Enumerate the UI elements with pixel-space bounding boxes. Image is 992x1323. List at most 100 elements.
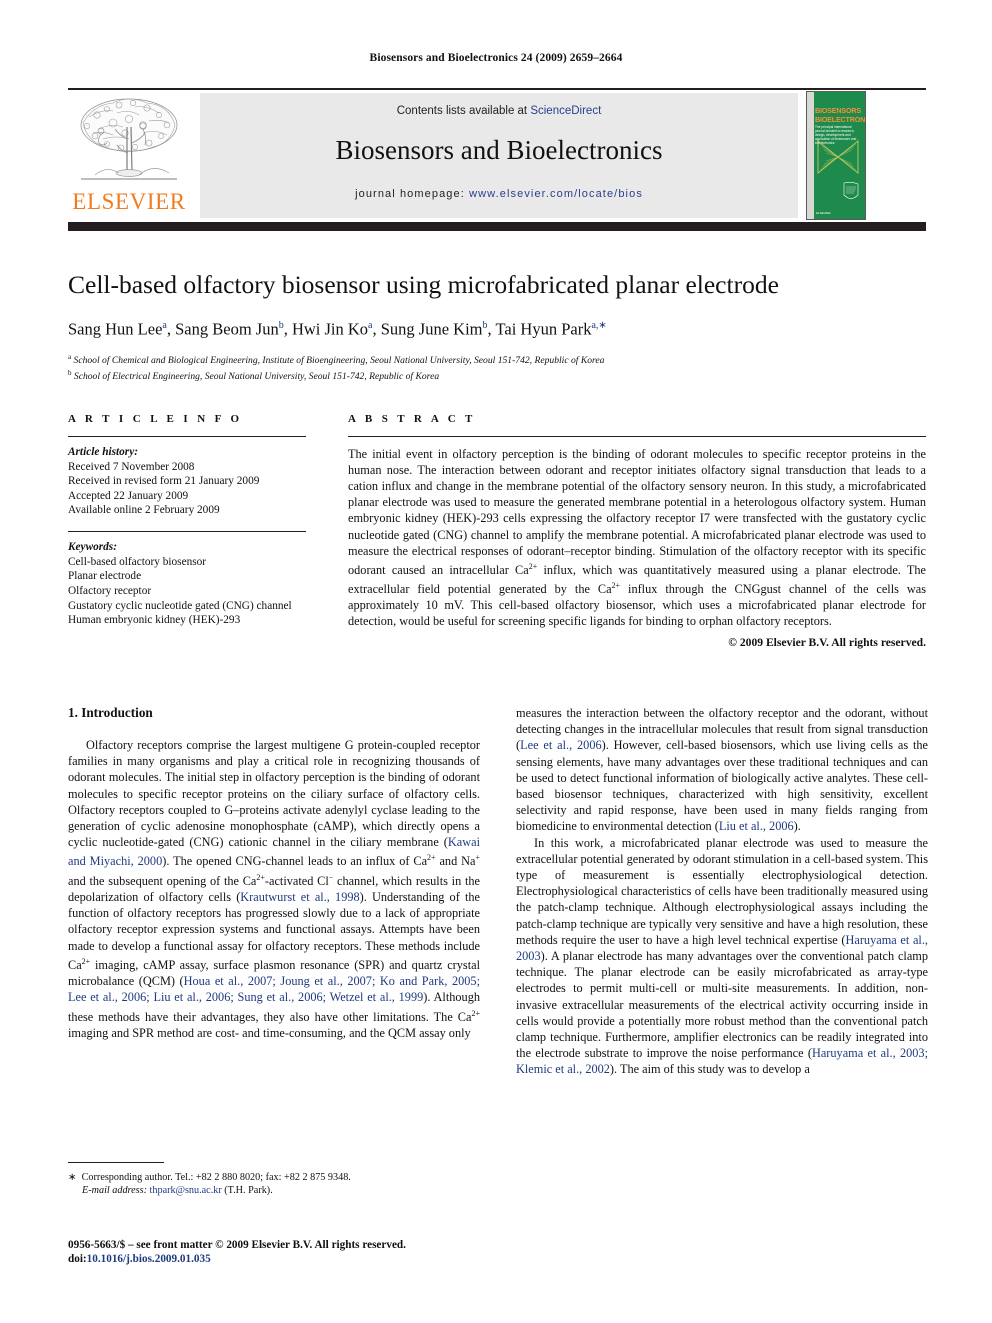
intro-paragraph-left: Olfactory receptors comprise the largest… bbox=[68, 737, 480, 1041]
text-run: imaging and SPR method are cost- and tim… bbox=[68, 1025, 471, 1040]
article-info-heading: A R T I C L E I N F O bbox=[68, 413, 243, 425]
sciencedirect-link[interactable]: ScienceDirect bbox=[530, 105, 601, 117]
page-title: Cell-based olfactory biosensor using mic… bbox=[68, 270, 779, 299]
email-label: E-mail address: bbox=[82, 1185, 147, 1197]
intro-right-column: measures the interaction between the olf… bbox=[516, 705, 928, 1078]
keyword-item: Gustatory cyclic nucleotide gated (CNG) … bbox=[68, 599, 292, 612]
history-item: Available online 2 February 2009 bbox=[68, 504, 220, 517]
history-item: Received in revised form 21 January 2009 bbox=[68, 475, 260, 488]
text-run: ). The aim of this study was to develop … bbox=[609, 1062, 810, 1077]
charge-sup: + bbox=[475, 853, 480, 863]
charge-sup: 2+ bbox=[471, 1008, 480, 1018]
author-name: Sung June Kim bbox=[380, 319, 483, 339]
article-history-block: Article history: Received 7 November 200… bbox=[68, 445, 306, 518]
title-block: Cell-based olfactory biosensor using mic… bbox=[68, 270, 926, 384]
article-info-rule bbox=[68, 436, 306, 438]
footnote-rule bbox=[68, 1162, 164, 1163]
intro-paragraph-right-2: In this work, a microfabricated planar e… bbox=[516, 835, 928, 1078]
abstract-copyright: © 2009 Elsevier B.V. All rights reserved… bbox=[728, 636, 926, 650]
elsevier-logo: ELSEVIER bbox=[68, 93, 193, 218]
journal-masthead: ELSEVIER Contents lists available at Sci… bbox=[68, 88, 926, 220]
doi-link[interactable]: 10.1016/j.bios.2009.01.035 bbox=[87, 1253, 211, 1265]
paper-page: Biosensors and Bioelectronics 24 (2009) … bbox=[0, 0, 992, 1323]
keyword-item: Olfactory receptor bbox=[68, 584, 152, 597]
text-run: ). bbox=[793, 819, 801, 834]
masthead-thick-rule bbox=[68, 222, 926, 231]
affiliation-list: a School of Chemical and Biological Engi… bbox=[68, 351, 926, 385]
author-list: Sang Hun Leea, Sang Beom Junb, Hwi Jin K… bbox=[68, 319, 607, 339]
article-history-label: Article history: bbox=[68, 446, 138, 459]
history-item: Received 7 November 2008 bbox=[68, 460, 195, 473]
contents-list-line: Contents lists available at ScienceDirec… bbox=[200, 105, 798, 117]
affiliation-item: a School of Chemical and Biological Engi… bbox=[68, 351, 926, 368]
footnote-section: ∗ Corresponding author. Tel.: +82 2 880 … bbox=[68, 1162, 480, 1198]
author-name: Sang Hun Lee bbox=[68, 319, 163, 339]
text-run: Olfactory receptors comprise the largest… bbox=[68, 738, 480, 850]
doi-label: doi: bbox=[68, 1253, 87, 1266]
imprint-block: 0956-5663/$ – see front matter © 2009 El… bbox=[68, 1238, 498, 1267]
contents-prefix: Contents lists available at bbox=[396, 105, 531, 117]
intro-left-column: 1. Introduction Olfactory receptors comp… bbox=[68, 705, 480, 1041]
footnote-star: ∗ bbox=[68, 1172, 77, 1183]
text-run: ). The opened CNG-channel leads to an in… bbox=[162, 854, 428, 869]
journal-title: Biosensors and Bioelectronics bbox=[335, 135, 663, 165]
text-run: -activated Cl bbox=[264, 873, 329, 888]
text-run: In this work, a microfabricated planar e… bbox=[516, 835, 928, 947]
author-affil-marker: a bbox=[162, 320, 167, 331]
author-name: Hwi Jin Ko bbox=[291, 319, 369, 339]
author-name: Tai Hyun Park bbox=[495, 319, 592, 339]
text-run: ). A planar electrode has many advantage… bbox=[516, 949, 928, 1061]
homepage-label: journal homepage: bbox=[355, 188, 465, 200]
email-owner: (T.H. Park). bbox=[224, 1185, 273, 1197]
abstract-sup-1: 2+ bbox=[528, 561, 538, 571]
abstract-heading: A B S T R A C T bbox=[348, 413, 476, 425]
masthead-panel: Contents lists available at ScienceDirec… bbox=[200, 93, 798, 218]
abstract-sup-2: 2+ bbox=[611, 580, 621, 590]
journal-cover-thumbnail[interactable]: BIOSENSORS BIOELECTRONICS The principal … bbox=[806, 91, 866, 220]
keywords-rule bbox=[68, 531, 306, 533]
author-affil-marker: b bbox=[482, 320, 488, 331]
abstract-part-1: The initial event in olfactory perceptio… bbox=[348, 447, 926, 577]
homepage-url-link[interactable]: www.elsevier.com/locate/bios bbox=[469, 188, 643, 200]
affiliation-text: School of Chemical and Biological Engine… bbox=[73, 354, 605, 366]
corresponding-author-text: Corresponding author. Tel.: +82 2 880 80… bbox=[81, 1172, 351, 1183]
charge-sup: 2+ bbox=[256, 872, 265, 882]
affiliation-marker: b bbox=[68, 369, 72, 378]
intro-paragraph-right-1: measures the interaction between the olf… bbox=[516, 705, 928, 835]
citation-link[interactable]: Lee et al., 2006 bbox=[520, 738, 602, 752]
citation-link[interactable]: Liu et al., 2006 bbox=[719, 819, 794, 833]
abstract-rule bbox=[348, 436, 926, 438]
cover-publisher-label: ELSEVIER bbox=[816, 211, 831, 215]
citation-link[interactable]: Krautwurst et al., 1998 bbox=[240, 890, 359, 904]
keyword-item: Planar electrode bbox=[68, 570, 142, 583]
cover-bowtie-graphic bbox=[817, 140, 859, 174]
text-run: and Na bbox=[435, 854, 476, 869]
charge-sup: 2+ bbox=[81, 956, 91, 966]
masthead-top-rule bbox=[68, 88, 926, 90]
keyword-item: Cell-based olfactory biosensor bbox=[68, 555, 207, 568]
abstract-text: The initial event in olfactory perceptio… bbox=[348, 446, 926, 629]
journal-homepage-line: journal homepage: www.elsevier.com/locat… bbox=[200, 188, 798, 200]
affiliation-text: School of Electrical Engineering, Seoul … bbox=[73, 371, 440, 383]
corresponding-author-note: ∗ Corresponding author. Tel.: +82 2 880 … bbox=[68, 1171, 480, 1198]
article-info-section: A R T I C L E I N F O Article history: R… bbox=[68, 413, 306, 628]
running-head: Biosensors and Bioelectronics 24 (2009) … bbox=[369, 52, 623, 64]
abstract-section: A B S T R A C T The initial event in olf… bbox=[348, 413, 926, 649]
doi-line: doi:10.1016/j.bios.2009.01.035 bbox=[68, 1252, 498, 1266]
charge-sup: 2+ bbox=[427, 853, 436, 863]
author-affil-marker: a bbox=[368, 320, 373, 331]
author-name: Sang Beom Jun bbox=[175, 319, 279, 339]
author-affil-marker: a,∗ bbox=[591, 320, 607, 331]
intro-heading: 1. Introduction bbox=[68, 705, 153, 720]
cover-title-line2: BIOELECTRONICS bbox=[815, 115, 866, 124]
text-run: and the subsequent opening of the Ca bbox=[68, 873, 257, 888]
elsevier-tree-icon bbox=[80, 98, 178, 180]
email-link[interactable]: thpark@snu.ac.kr bbox=[150, 1185, 222, 1196]
author-affil-marker: b bbox=[278, 320, 284, 331]
elsevier-wordmark: ELSEVIER bbox=[72, 189, 186, 214]
cover-title-line1: BIOSENSORS bbox=[815, 106, 861, 115]
keywords-label: Keywords: bbox=[68, 541, 117, 554]
keywords-block: Keywords: Cell-based olfactory biosensor… bbox=[68, 540, 306, 628]
keyword-item: Human embryonic kidney (HEK)-293 bbox=[68, 614, 241, 627]
affiliation-item: b School of Electrical Engineering, Seou… bbox=[68, 367, 926, 384]
